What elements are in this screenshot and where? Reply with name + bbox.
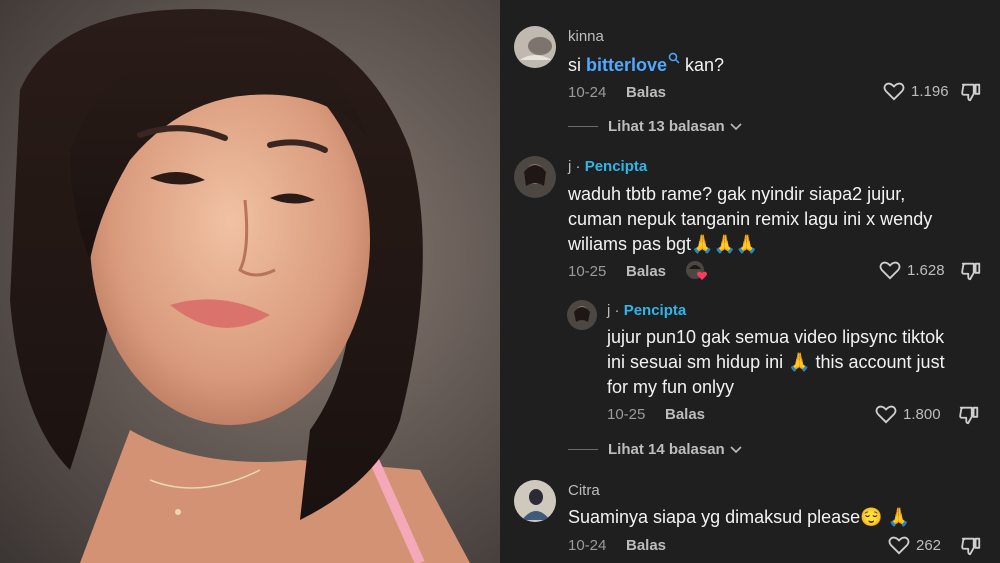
- chevron-down-icon: [730, 122, 742, 130]
- comment-date: 10-24: [568, 537, 607, 554]
- like-button[interactable]: 1.628: [879, 260, 945, 280]
- comment-line: jujur pun10 gak semua video lipsync tikt…: [607, 327, 945, 347]
- heart-icon: [879, 261, 901, 280]
- avatar[interactable]: [514, 156, 556, 198]
- dislike-button[interactable]: [960, 535, 982, 562]
- mention-label: bitterlove: [586, 55, 668, 75]
- dislike-icon: [961, 262, 981, 281]
- reply-button[interactable]: Balas: [626, 537, 666, 554]
- screen: kinna si bitterlove kan? 10-24 Balas 1.1…: [0, 0, 1000, 563]
- username-row: j · Pencipta: [607, 302, 686, 319]
- creator-badge: Pencipta: [623, 302, 687, 319]
- username[interactable]: kinna: [568, 28, 604, 45]
- dislike-button[interactable]: [960, 260, 982, 287]
- like-count: 1.628: [907, 261, 945, 279]
- avatar[interactable]: [514, 480, 556, 522]
- like-count: 1.196: [911, 82, 949, 100]
- avatar[interactable]: [514, 26, 556, 68]
- dislike-icon: [961, 83, 981, 102]
- comment-line: waduh tbtb rame? gak nyindir siapa2 juju…: [568, 184, 906, 204]
- chevron-down-icon: [730, 445, 742, 453]
- comment-text: jujur pun10 gak semua video lipsync tikt…: [607, 325, 945, 400]
- dislike-icon: [959, 406, 979, 425]
- reply-button[interactable]: Balas: [665, 406, 705, 423]
- username[interactable]: j: [607, 302, 610, 319]
- view-replies-label: Lihat 13 balasan: [608, 118, 725, 135]
- view-replies-button[interactable]: Lihat 13 balasan: [568, 118, 742, 135]
- comments-panel: kinna si bitterlove kan? 10-24 Balas 1.1…: [500, 0, 1000, 563]
- dislike-icon: [961, 537, 981, 556]
- video-thumbnail[interactable]: [0, 0, 500, 563]
- separator: ·: [614, 302, 620, 319]
- search-icon: [668, 52, 680, 64]
- dislike-button[interactable]: [958, 404, 980, 431]
- like-button[interactable]: 1.196: [883, 81, 949, 101]
- comment-line: wiliams pas bgt🙏🙏🙏: [568, 234, 759, 254]
- reply-button[interactable]: Balas: [626, 263, 666, 280]
- comment-text-part: si: [568, 55, 586, 75]
- comment-date: 10-25: [568, 263, 607, 280]
- creator-badge: Pencipta: [584, 158, 648, 175]
- comment-line: for my fun onlyy: [607, 377, 735, 397]
- like-count: 1.800: [903, 405, 941, 423]
- view-replies-button[interactable]: Lihat 14 balasan: [568, 441, 742, 458]
- portrait-image: [10, 9, 470, 563]
- divider: [568, 449, 598, 450]
- dislike-button[interactable]: [960, 81, 982, 108]
- creator-liked-avatar: [685, 260, 709, 287]
- separator: ·: [575, 158, 581, 175]
- comment-line: cuman nepuk tanganin remix lagu ini x we…: [568, 209, 933, 229]
- comment-text-part: kan?: [680, 55, 725, 75]
- divider: [568, 126, 598, 127]
- comment-text: waduh tbtb rame? gak nyindir siapa2 juju…: [568, 182, 932, 257]
- mention-link[interactable]: bitterlove: [586, 52, 680, 75]
- username[interactable]: j: [568, 158, 571, 175]
- like-count: 262: [916, 536, 942, 554]
- like-button[interactable]: 1.800: [875, 404, 941, 424]
- comment-text: Suaminya siapa yg dimaksud please😌 🙏: [568, 507, 910, 527]
- heart-icon: [888, 536, 910, 555]
- reply-button[interactable]: Balas: [626, 84, 666, 101]
- comment-line: ini sesuai sm hidup ini 🙏 this account j…: [607, 352, 945, 372]
- avatar[interactable]: [567, 300, 597, 330]
- comment-text: si bitterlove kan?: [568, 52, 724, 78]
- heart-icon: [883, 82, 905, 101]
- comment-date: 10-25: [607, 406, 646, 423]
- like-button[interactable]: 262: [888, 535, 941, 555]
- heart-icon: [875, 405, 897, 424]
- username[interactable]: Citra: [568, 482, 600, 499]
- username-row: j · Pencipta: [568, 158, 647, 175]
- view-replies-label: Lihat 14 balasan: [608, 441, 725, 458]
- comment-date: 10-24: [568, 84, 607, 101]
